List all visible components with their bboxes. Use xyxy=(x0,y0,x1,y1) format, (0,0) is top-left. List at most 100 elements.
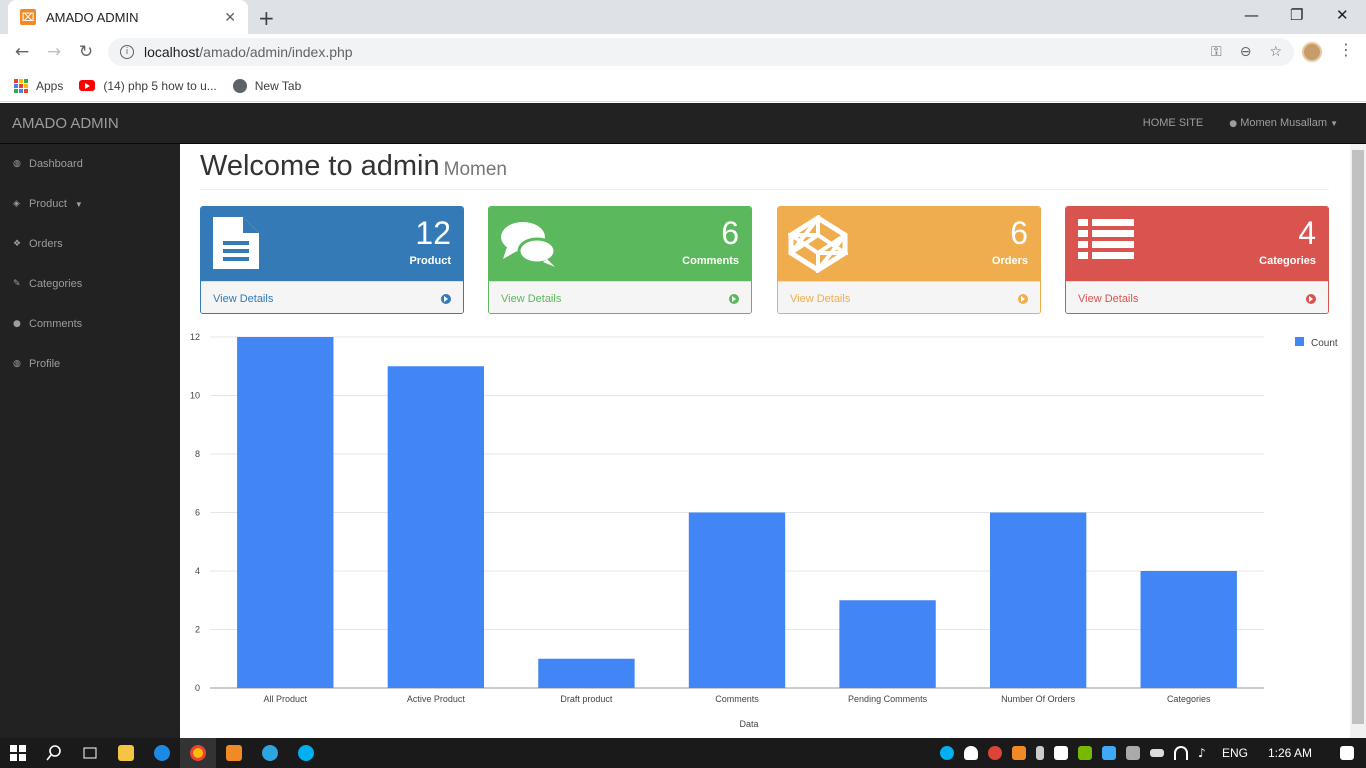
clock[interactable]: 1:26 AM xyxy=(1268,746,1312,760)
search-icon[interactable] xyxy=(36,738,72,768)
bar-chart: 0 2 4 6 8 10 12 All Product Active Product Draft … xyxy=(190,332,1338,729)
sidebar: ◍ Dashboard ◈ Product ▼ ❖ Orders ✎ Categories… xyxy=(0,144,180,738)
bar xyxy=(387,366,485,688)
sidebar-item-dashboard[interactable]: ◍ Dashboard xyxy=(0,144,180,184)
site-info-icon[interactable]: i xyxy=(120,45,134,59)
security-icon[interactable] xyxy=(1053,746,1068,760)
brand[interactable]: AMADO ADMIN xyxy=(12,115,119,132)
bar xyxy=(538,658,635,688)
back-icon[interactable]: ← xyxy=(6,42,38,62)
close-tab-icon[interactable]: ✕ xyxy=(224,9,236,26)
user-menu[interactable]: ● Momen Musallam ▼ xyxy=(1229,117,1338,129)
panel-label: Categories xyxy=(1259,255,1316,267)
panel-count: 4 xyxy=(1298,215,1316,251)
sidebar-item-orders[interactable]: ❖ Orders xyxy=(0,224,180,264)
usb-icon[interactable] xyxy=(1035,746,1044,760)
user-name: Momen Musallam xyxy=(1240,117,1328,129)
sidebar-item-label: Categories xyxy=(29,278,83,290)
cloud-icon[interactable] xyxy=(963,746,978,760)
reload-icon[interactable]: ↻ xyxy=(70,42,102,62)
profile-avatar[interactable] xyxy=(1302,42,1322,62)
sidebar-item-categories[interactable]: ✎ Categories xyxy=(0,264,180,304)
network-adapter-icon[interactable] xyxy=(1101,746,1116,760)
menu-kebab-icon[interactable]: ⋮ xyxy=(1338,40,1354,59)
sidebar-item-label: Dashboard xyxy=(29,158,83,170)
scrollbar-thumb[interactable] xyxy=(1352,150,1364,724)
caret-down-icon: ▼ xyxy=(1330,119,1338,128)
bookmark-label: (14) php 5 how to u... xyxy=(103,78,217,93)
browser-tab[interactable]: ⌧ AMADO ADMIN ✕ xyxy=(8,0,248,34)
tab-title: AMADO ADMIN xyxy=(46,9,139,25)
panel-product: 12 Product View Details xyxy=(200,206,464,314)
page-subtitle: Momen xyxy=(443,159,507,180)
list-icon xyxy=(1076,215,1136,270)
telegram-icon[interactable] xyxy=(252,738,288,768)
arrow-circle-right-icon xyxy=(1306,293,1316,304)
panel-label: Product xyxy=(409,255,451,267)
x-tick-label: Draft product xyxy=(560,694,613,704)
cubes-icon: ❖ xyxy=(13,239,22,249)
windows-start-icon[interactable] xyxy=(0,738,36,768)
bookmark-new-tab[interactable]: New Tab xyxy=(232,78,301,93)
zoom-icon[interactable]: ⊖ xyxy=(1240,44,1252,60)
y-tick-label: 12 xyxy=(190,332,200,342)
new-tab-icon[interactable]: + xyxy=(258,6,275,30)
sidebar-item-comments[interactable]: ● Comments xyxy=(0,304,180,344)
wifi-icon[interactable] xyxy=(1173,746,1188,760)
home-site-link[interactable]: HOME SITE xyxy=(1143,117,1204,129)
url-path: /amado/admin/index.php xyxy=(199,44,353,60)
xampp-tray-icon[interactable] xyxy=(1011,746,1026,760)
edge-icon[interactable] xyxy=(144,738,180,768)
star-icon[interactable]: ☆ xyxy=(1269,44,1282,60)
nvidia-icon[interactable] xyxy=(1077,746,1092,760)
minimize-icon[interactable]: — xyxy=(1244,6,1259,24)
x-tick-label: Categories xyxy=(1167,694,1211,704)
bookmark-youtube[interactable]: (14) php 5 how to u... xyxy=(79,78,217,93)
address-bar[interactable]: i localhost/amado/admin/index.php ⚿ ⊖ ☆ xyxy=(108,38,1294,66)
arrow-circle-right-icon xyxy=(441,293,451,304)
view-details-link[interactable]: View Details xyxy=(778,281,1040,313)
y-tick-label: 6 xyxy=(195,508,200,518)
chrome-icon[interactable] xyxy=(180,738,216,768)
admin-app: AMADO ADMIN HOME SITE ● Momen Musallam ▼… xyxy=(0,103,1366,738)
keyboard-icon[interactable] xyxy=(1125,746,1140,760)
panel-categories: 4 Categories View Details xyxy=(1065,206,1329,314)
language-indicator[interactable]: ENG xyxy=(1222,746,1248,760)
panel-count: 12 xyxy=(415,215,451,251)
window-close-icon[interactable]: ✕ xyxy=(1336,6,1349,24)
view-details-link[interactable]: View Details xyxy=(1066,281,1328,313)
arrow-circle-right-icon xyxy=(729,293,739,304)
bookmark-label: Apps xyxy=(36,78,64,93)
bar xyxy=(1140,571,1237,688)
bar xyxy=(839,600,936,688)
y-tick-label: 4 xyxy=(195,566,200,576)
panel-label: Comments xyxy=(682,255,739,267)
x-tick-label: Number Of Orders xyxy=(1001,694,1076,704)
file-explorer-icon[interactable] xyxy=(108,738,144,768)
skype-icon[interactable] xyxy=(288,738,324,768)
notifications-icon[interactable] xyxy=(1340,746,1354,760)
globe-icon xyxy=(232,78,247,93)
page-scrollbar[interactable] xyxy=(1350,144,1366,738)
battery-icon[interactable] xyxy=(1149,749,1164,757)
windows-taskbar: ♪ ENG 1:26 AM xyxy=(0,738,1366,768)
volume-icon[interactable]: ♪ xyxy=(1198,746,1212,760)
bookmark-apps[interactable]: Apps xyxy=(14,78,64,93)
forward-icon[interactable]: → xyxy=(38,42,70,62)
panel-count: 6 xyxy=(721,215,739,251)
view-details-link[interactable]: View Details xyxy=(201,281,463,313)
sidebar-item-label: Comments xyxy=(29,318,83,330)
y-tick-label: 0 xyxy=(195,683,200,693)
sidebar-item-product[interactable]: ◈ Product ▼ xyxy=(0,184,180,224)
key-icon[interactable]: ⚿ xyxy=(1211,44,1222,60)
sidebar-item-profile[interactable]: ◍ Profile xyxy=(0,344,180,384)
view-details-link[interactable]: View Details xyxy=(489,281,751,313)
restore-icon[interactable]: ❐ xyxy=(1290,6,1303,24)
task-view-icon[interactable] xyxy=(72,738,108,768)
skype-tray-icon[interactable] xyxy=(939,746,954,760)
cube-icon: ◈ xyxy=(13,199,20,209)
xampp-icon[interactable] xyxy=(216,738,252,768)
document-icon xyxy=(211,215,263,276)
chrome-tray-icon[interactable] xyxy=(987,746,1002,760)
view-details-label: View Details xyxy=(790,292,851,305)
